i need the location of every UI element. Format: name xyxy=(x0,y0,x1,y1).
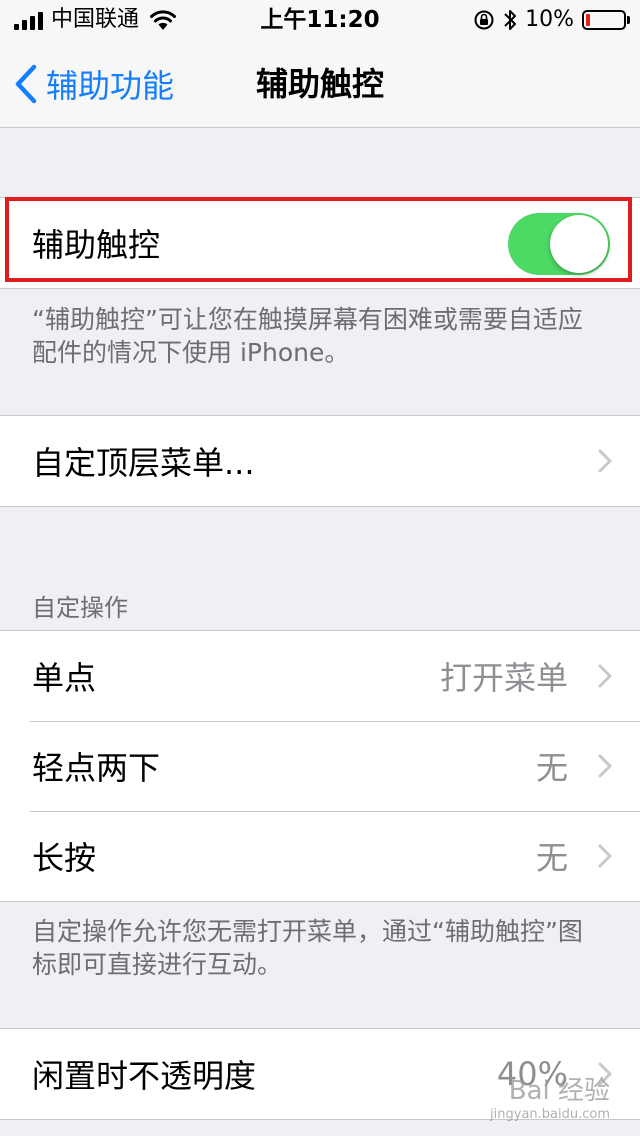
custom-actions-group: 单点 打开菜单 轻点两下 无 长按 无 xyxy=(0,630,640,902)
toggle-knob xyxy=(550,215,608,273)
double-tap-row[interactable]: 轻点两下 无 xyxy=(0,721,640,811)
assistive-touch-group: 辅助触控 xyxy=(0,197,640,289)
status-right: 10% xyxy=(465,6,630,34)
assistive-touch-row: 辅助触控 xyxy=(0,198,640,288)
single-tap-label: 单点 xyxy=(32,659,97,697)
single-tap-value: 打开菜单 xyxy=(439,659,568,697)
bluetooth-icon xyxy=(504,10,517,30)
battery-icon xyxy=(582,10,630,30)
custom-actions-header: 自定操作 xyxy=(32,594,128,622)
long-press-value: 无 xyxy=(535,839,568,877)
custom-actions-description: 自定操作允许您无需打开菜单，通过“辅助触控”图标即可直接进行互动。 xyxy=(32,917,583,979)
assistive-touch-toggle[interactable] xyxy=(508,213,610,275)
back-button-label: 辅助功能 xyxy=(46,67,175,105)
back-button[interactable]: 辅助功能 xyxy=(14,40,174,128)
orientation-lock-icon xyxy=(474,10,494,30)
top-menu-group: 自定顶层菜单... xyxy=(0,415,640,507)
navigation-bar: 辅助触控 辅助功能 xyxy=(0,40,640,128)
customize-top-menu-row[interactable]: 自定顶层菜单... xyxy=(0,416,640,506)
long-press-row[interactable]: 长按 无 xyxy=(0,811,640,901)
assistive-touch-label: 辅助触控 xyxy=(32,226,161,264)
status-bar: 中国联通 上午11:20 10% xyxy=(0,0,640,40)
double-tap-label: 轻点两下 xyxy=(32,749,161,787)
chevron-left-icon xyxy=(15,64,37,104)
idle-opacity-label: 闲置时不透明度 xyxy=(32,1057,257,1095)
chevron-right-icon xyxy=(598,754,612,778)
double-tap-value: 无 xyxy=(535,749,568,787)
battery-level xyxy=(586,14,590,26)
watermark-url: jingyan.baidu.com xyxy=(490,1107,610,1122)
chevron-right-icon xyxy=(598,449,612,473)
customize-top-menu-label: 自定顶层菜单... xyxy=(32,444,255,482)
battery-percent: 10% xyxy=(525,7,574,32)
baidu-watermark: Bai 经验 jingyan.baidu.com xyxy=(490,1070,610,1122)
long-press-label: 长按 xyxy=(32,839,97,877)
watermark-brand: Bai 经验 xyxy=(508,1076,610,1106)
assistive-touch-description: “辅助触控”可让您在触摸屏幕有困难或需要自适应配件的情况下使用 iPhone。 xyxy=(32,305,583,367)
single-tap-row[interactable]: 单点 打开菜单 xyxy=(0,631,640,721)
chevron-right-icon xyxy=(598,844,612,868)
chevron-right-icon xyxy=(598,664,612,688)
